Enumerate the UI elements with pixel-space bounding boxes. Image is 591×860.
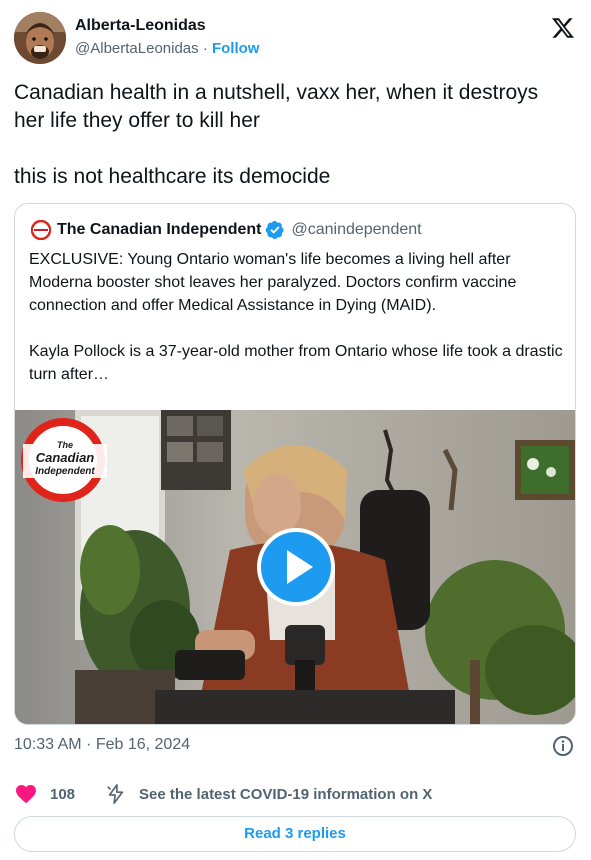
- author-avatar[interactable]: [14, 12, 66, 64]
- info-icon[interactable]: [552, 735, 574, 757]
- canadian-independent-logo-icon: [31, 220, 51, 240]
- video-thumbnail[interactable]: The Canadian Independent: [15, 410, 575, 724]
- watermark-line-3: Independent: [35, 466, 95, 477]
- channel-watermark-logo: The Canadian Independent: [21, 418, 107, 502]
- like-count: 108: [50, 785, 76, 803]
- heart-icon[interactable]: [14, 782, 38, 806]
- play-button[interactable]: [257, 528, 335, 606]
- author-handle[interactable]: @AlbertaLeonidas: [75, 40, 199, 57]
- action-bar: 108 See the latest COVID-19 information …: [14, 781, 574, 807]
- watermark-line-2: Canadian: [36, 450, 95, 465]
- tweet-header: Alberta-Leonidas @AlbertaLeonidas · Foll…: [14, 12, 577, 64]
- watermark-line-1: The: [57, 440, 73, 450]
- read-replies-button[interactable]: Read 3 replies: [14, 816, 576, 852]
- handle-separator: ·: [202, 40, 208, 57]
- x-logo-icon[interactable]: [551, 16, 575, 40]
- quoted-author-handle[interactable]: @canindependent: [291, 221, 421, 239]
- tweet-text: Canadian health in a nutshell, vaxx her,…: [14, 81, 539, 188]
- quoted-tweet-text: EXCLUSIVE: Young Ontario woman's life be…: [29, 251, 563, 383]
- author-handle-line: @AlbertaLeonidas · Follow: [75, 38, 259, 60]
- quoted-tweet-header: The Canadian Independent @canindependent: [31, 219, 422, 241]
- covid-info-link[interactable]: See the latest COVID-19 information on X: [139, 786, 432, 803]
- follow-button[interactable]: Follow: [212, 40, 260, 57]
- lightning-bolt-icon[interactable]: [105, 783, 127, 805]
- author-name-block: Alberta-Leonidas @AlbertaLeonidas · Foll…: [75, 16, 259, 60]
- tweet-timestamp[interactable]: 10:33 AM · Feb 16, 2024: [14, 735, 190, 755]
- quoted-tweet-card[interactable]: The Canadian Independent @canindependent…: [14, 203, 576, 725]
- verified-badge-icon: [266, 221, 285, 239]
- author-display-name[interactable]: Alberta-Leonidas: [75, 16, 259, 36]
- play-icon: [287, 550, 313, 584]
- quoted-author-name[interactable]: The Canadian Independent: [57, 221, 261, 239]
